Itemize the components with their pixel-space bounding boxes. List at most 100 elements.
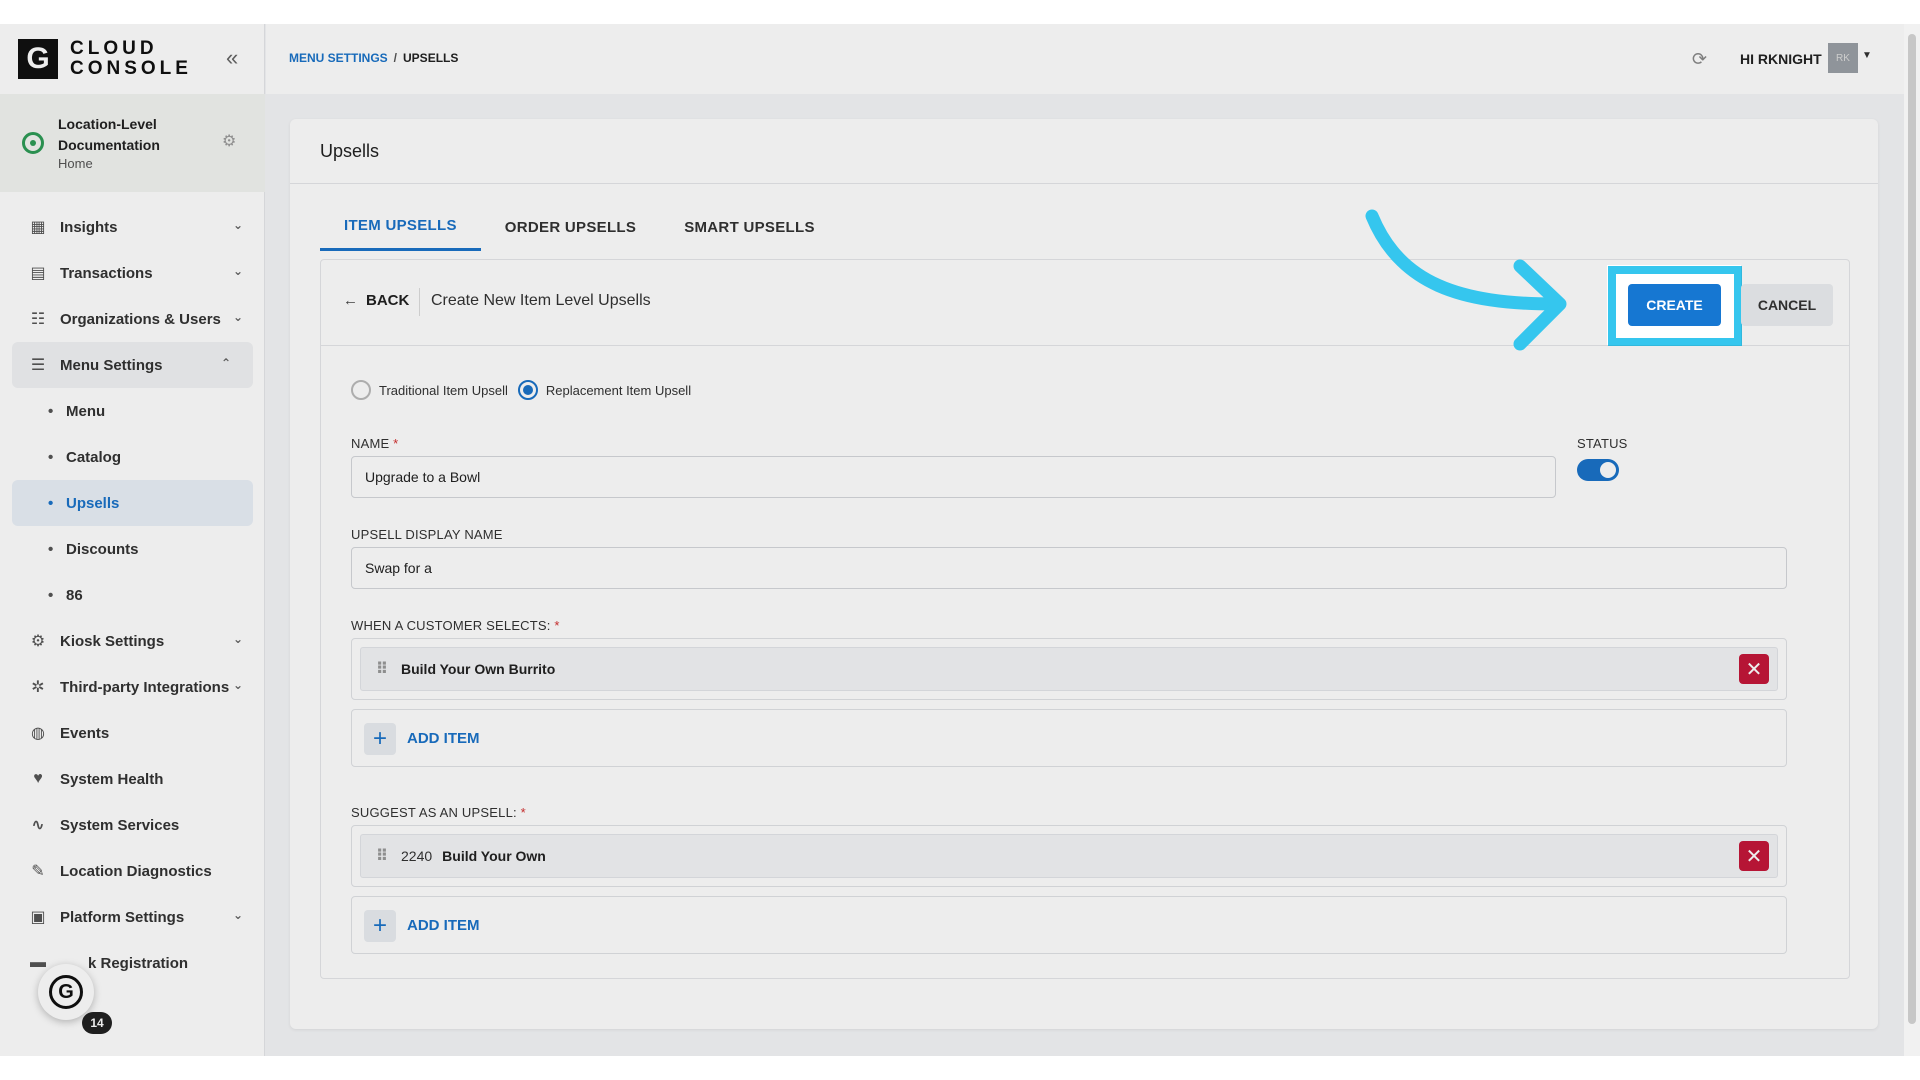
remove-item-button[interactable]: ✕	[1739, 654, 1769, 684]
remove-item-button[interactable]: ✕	[1739, 841, 1769, 871]
name-input[interactable]: Upgrade to a Bowl	[351, 456, 1556, 498]
collapse-sidebar-icon[interactable]: «	[226, 47, 248, 70]
chevron-down-icon: ⌄	[232, 218, 243, 232]
app-logo[interactable]: G CLOUD CONSOLE	[18, 39, 192, 79]
suggested-items-list: ⠿ 2240 Build Your Own ✕	[351, 825, 1787, 887]
chevron-down-icon: ⌄	[232, 908, 243, 922]
suggest-label-text: SUGGEST AS AN UPSELL:	[351, 805, 517, 820]
caret-down-icon[interactable]: ▼	[1862, 50, 1872, 61]
header-separator	[419, 288, 420, 316]
logo-line-2: CONSOLE	[70, 58, 192, 79]
location-name: Location-Level Documentation	[58, 116, 160, 153]
breadcrumb-menu-settings[interactable]: MENU SETTINGS	[289, 51, 388, 65]
sidebar-item-system-health[interactable]: ♥ System Health	[0, 756, 265, 802]
sidebar-item-platform-settings[interactable]: ▣ Platform Settings ⌄	[0, 894, 265, 940]
breadcrumb-separator: /	[393, 51, 398, 65]
radio-replacement[interactable]	[517, 380, 538, 400]
list-item-number: 2240	[401, 848, 433, 864]
add-trigger-item[interactable]: + ADD ITEM	[351, 709, 1787, 767]
top-bar: MENU SETTINGS / UPSELLS ⟳ HI RKNIGHT RK ▼	[266, 24, 1920, 94]
sidebar-item-insights[interactable]: ▦ Insights ⌄	[0, 204, 265, 250]
logo-line-1: CLOUD	[70, 38, 158, 59]
page-scrollbar[interactable]	[1904, 24, 1920, 1056]
user-greeting[interactable]: HI RKNIGHT	[1740, 51, 1822, 67]
insights-icon: ▦	[30, 219, 46, 236]
chevron-down-icon: ⌄	[232, 632, 243, 646]
app-frame: G CLOUD CONSOLE « Location-Level Documen…	[0, 24, 1920, 1056]
add-item-label[interactable]: ADD ITEM	[407, 917, 480, 934]
diagnostics-icon: ✎	[31, 863, 45, 880]
logo-text: CLOUD CONSOLE	[70, 39, 192, 79]
location-pin-icon	[22, 132, 44, 154]
sync-icon[interactable]: ⟳	[1692, 49, 1712, 69]
help-widget[interactable]: G 14	[38, 964, 112, 1034]
plus-icon[interactable]: +	[364, 910, 396, 942]
chevron-down-icon: ⌄	[232, 678, 243, 692]
radio-traditional[interactable]	[351, 380, 371, 400]
sidebar-item-third-party[interactable]: ✲ Third-party Integrations ⌄	[0, 664, 265, 710]
status-toggle[interactable]	[1577, 459, 1619, 481]
when-selects-label-text: WHEN A CUSTOMER SELECTS:	[351, 618, 551, 633]
radio-traditional-label[interactable]: Traditional Item Upsell	[379, 383, 508, 398]
drag-handle-icon[interactable]: ⠿	[361, 846, 401, 866]
sidebar-subitem-menu[interactable]: Menu	[0, 388, 265, 434]
add-suggested-item[interactable]: + ADD ITEM	[351, 896, 1787, 954]
sidebar-item-system-services[interactable]: ∿ System Services	[0, 802, 265, 848]
add-item-label[interactable]: ADD ITEM	[407, 730, 480, 747]
create-upsell-form: ← BACK Create New Item Level Upsells CREA…	[320, 259, 1850, 979]
events-icon: ◍	[31, 725, 45, 742]
help-widget-button[interactable]: G	[38, 964, 94, 1020]
radio-replacement-label[interactable]: Replacement Item Upsell	[546, 383, 691, 398]
plus-icon[interactable]: +	[364, 723, 396, 755]
sidebar-subitem-catalog[interactable]: Catalog	[0, 434, 265, 480]
sidebar-item-label: Kiosk Settings	[60, 632, 165, 650]
gear-icon[interactable]: ⚙	[222, 134, 238, 150]
chevron-down-icon: ⌄	[232, 264, 243, 278]
sidebar-item-location-diagnostics[interactable]: ✎ Location Diagnostics	[0, 848, 265, 894]
kiosk-icon: ⚙	[30, 633, 46, 650]
list-item-name: Build Your Own	[442, 848, 546, 864]
create-button[interactable]: CREATE	[1628, 284, 1721, 326]
tab-order-upsells[interactable]: ORDER UPSELLS	[481, 203, 660, 251]
upsell-tabs: ITEM UPSELLS ORDER UPSELLS SMART UPSELLS	[320, 203, 839, 251]
sidebar-item-menu-settings[interactable]: ☰ Menu Settings ⌃	[12, 342, 253, 388]
status-label: STATUS	[1577, 436, 1628, 451]
sidebar-item-transactions[interactable]: ▤ Transactions ⌄	[0, 250, 265, 296]
sidebar-item-label: Events	[60, 724, 110, 742]
required-mark: *	[393, 436, 399, 451]
sidebar-item-events[interactable]: ◍ Events	[0, 710, 265, 756]
tab-smart-upsells[interactable]: SMART UPSELLS	[660, 203, 839, 251]
org-icon: ☷	[30, 311, 46, 328]
list-item[interactable]: ⠿ 2240 Build Your Own ✕	[360, 834, 1778, 878]
chevron-up-icon: ⌃	[220, 356, 231, 370]
sidebar-subitem-discounts[interactable]: Discounts	[0, 526, 265, 572]
sidebar-item-kiosk-settings[interactable]: ⚙ Kiosk Settings ⌄	[0, 618, 265, 664]
health-icon: ♥	[33, 770, 43, 787]
cancel-button[interactable]: CANCEL	[1741, 284, 1833, 326]
list-item[interactable]: ⠿ Build Your Own Burrito ✕	[360, 647, 1778, 691]
sidebar-subitem-86[interactable]: 86	[0, 572, 265, 618]
sidebar-item-label: Third-party Integrations	[60, 678, 230, 696]
sidebar-nav: ▦ Insights ⌄ ▤ Transactions ⌄ ☷ Organiza…	[0, 204, 265, 986]
tab-item-upsells[interactable]: ITEM UPSELLS	[320, 203, 481, 251]
close-icon: ✕	[1745, 845, 1763, 868]
location-selector[interactable]: Location-Level Documentation Home ⚙	[0, 94, 265, 192]
list-item-name: Build Your Own Burrito	[401, 661, 556, 677]
annotation-arrow-icon	[1365, 209, 1567, 351]
name-label: NAME *	[351, 436, 398, 451]
back-button[interactable]: ← BACK	[343, 292, 409, 309]
form-title: Create New Item Level Upsells	[431, 292, 651, 309]
display-name-input[interactable]: Swap for a	[351, 547, 1787, 589]
avatar[interactable]: RK	[1828, 43, 1858, 73]
sidebar-subitem-upsells[interactable]: Upsells	[12, 480, 253, 526]
when-selects-label: WHEN A CUSTOMER SELECTS: *	[351, 618, 560, 633]
drag-handle-icon[interactable]: ⠿	[361, 659, 401, 679]
transactions-icon: ▤	[30, 265, 46, 282]
divider	[290, 183, 1878, 184]
breadcrumb: MENU SETTINGS / UPSELLS	[289, 51, 458, 65]
required-mark: *	[554, 618, 560, 633]
sidebar-item-organizations[interactable]: ☷ Organizations & Users ⌄	[0, 296, 265, 342]
name-label-text: NAME	[351, 436, 390, 451]
scrollbar-thumb[interactable]	[1908, 34, 1916, 1024]
sidebar-item-label: Menu Settings	[60, 356, 163, 374]
